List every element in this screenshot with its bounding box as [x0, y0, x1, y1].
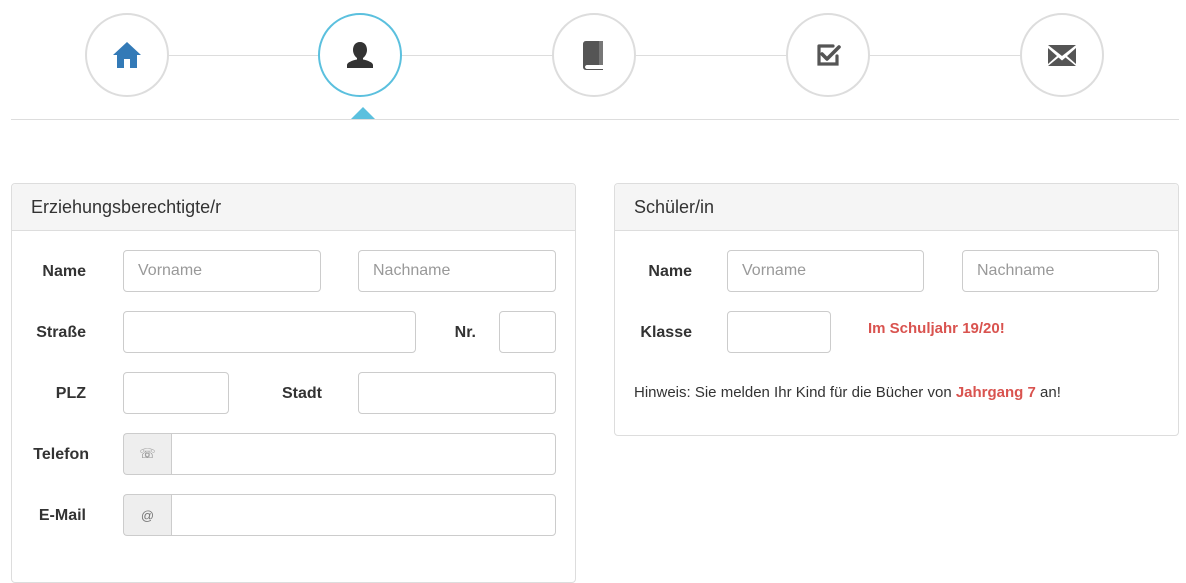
guardian-street-label: Straße	[36, 324, 86, 341]
school-year-note: Im Schuljahr 19/20!	[868, 320, 1005, 337]
wizard-steps	[0, 0, 1186, 125]
guardian-number-input[interactable]	[499, 311, 556, 353]
guardian-email-input[interactable]	[171, 494, 556, 536]
guardian-zip-label: PLZ	[55, 385, 86, 402]
wizard-divider	[11, 119, 1179, 120]
user-icon	[347, 42, 373, 68]
phone-icon: ☏	[123, 433, 171, 475]
hint-grade: Jahrgang 7	[955, 384, 1036, 401]
step-person[interactable]	[318, 13, 402, 97]
guardian-panel-title: Erziehungsberechtigte/r	[12, 184, 575, 231]
guardian-panel: Erziehungsberechtigte/r Name Straße Nr. …	[11, 183, 576, 583]
guardian-email-label: E-Mail	[38, 507, 86, 524]
student-panel-title: Schüler/in	[615, 184, 1178, 231]
step-book[interactable]	[552, 13, 636, 97]
student-class-label: Klasse	[640, 324, 692, 341]
checkbox-icon	[817, 44, 841, 66]
guardian-firstname-input[interactable]	[123, 250, 321, 292]
guardian-lastname-input[interactable]	[358, 250, 556, 292]
student-panel: Schüler/in Name Klasse Im Schuljahr 19/2…	[614, 183, 1179, 436]
home-icon	[113, 42, 141, 68]
student-firstname-input[interactable]	[727, 250, 924, 292]
guardian-city-label: Stadt	[282, 385, 322, 402]
guardian-number-label: Nr.	[454, 324, 476, 341]
student-class-input[interactable]	[727, 311, 831, 353]
guardian-name-label: Name	[42, 263, 86, 280]
guardian-street-input[interactable]	[123, 311, 416, 353]
grade-hint: Hinweis: Sie melden Ihr Kind für die Büc…	[634, 384, 1061, 401]
step-mail[interactable]	[1020, 13, 1104, 97]
hint-prefix: Hinweis: Sie melden Ihr Kind für die Büc…	[634, 384, 956, 401]
step-home[interactable]	[85, 13, 169, 97]
step-check[interactable]	[786, 13, 870, 97]
active-step-pointer	[351, 107, 375, 119]
guardian-phone-input[interactable]	[171, 433, 556, 475]
hint-suffix: an!	[1035, 384, 1061, 401]
student-lastname-input[interactable]	[962, 250, 1159, 292]
at-sign-icon: @	[123, 494, 171, 536]
guardian-city-input[interactable]	[358, 372, 556, 414]
book-icon	[583, 41, 603, 70]
guardian-phone-label: Telefon	[33, 446, 89, 463]
student-name-label: Name	[648, 263, 692, 280]
guardian-zip-input[interactable]	[123, 372, 229, 414]
envelope-icon	[1048, 45, 1076, 66]
